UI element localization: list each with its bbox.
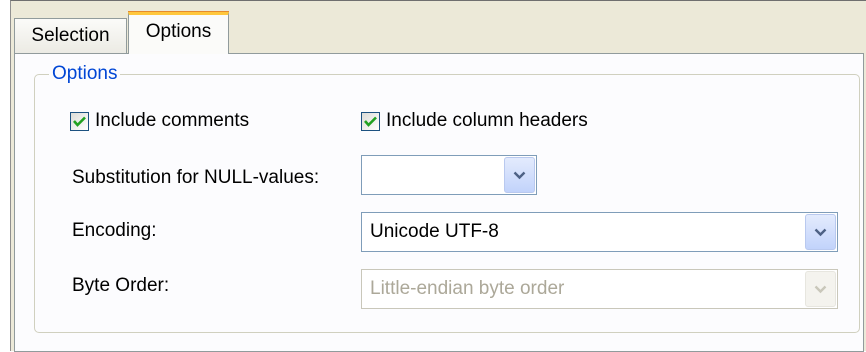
null-substitution-dropdown-button[interactable] [504,157,535,193]
include-column-headers-label: Include column headers [386,110,588,131]
include-comments-checkbox[interactable] [70,111,89,131]
encoding-dropdown[interactable]: Unicode UTF-8 [361,212,838,252]
encoding-value: Unicode UTF-8 [370,221,499,242]
group-title: Options [49,63,121,85]
chevron-down-icon [814,285,827,293]
include-column-headers-option[interactable]: Include column headers [361,109,588,133]
byte-order-value: Little-endian byte order [370,278,565,299]
null-substitution-dropdown[interactable] [361,155,537,195]
chevron-down-icon [513,171,526,179]
include-comments-option[interactable]: Include comments [70,109,249,133]
byte-order-dropdown-button [805,271,836,307]
byte-order-dropdown: Little-endian byte order [361,269,838,309]
include-column-headers-checkbox[interactable] [361,111,380,131]
include-comments-label: Include comments [95,110,250,131]
dialog-frame: Selection Options Options Include commen… [10,0,866,352]
chevron-down-icon [814,228,827,236]
options-panel: Options Include comments Include column … [14,53,864,352]
checkmark-icon [364,116,377,127]
checkmark-icon [73,116,86,127]
encoding-label: Encoding: [72,220,157,241]
null-substitution-label: Substitution for NULL-values: [72,167,320,188]
encoding-dropdown-button[interactable] [805,214,836,250]
tab-options[interactable]: Options [128,11,229,54]
tab-selection[interactable]: Selection [14,18,127,53]
options-groupbox: Options Include comments Include column … [34,63,860,333]
byte-order-label: Byte Order: [72,275,170,296]
